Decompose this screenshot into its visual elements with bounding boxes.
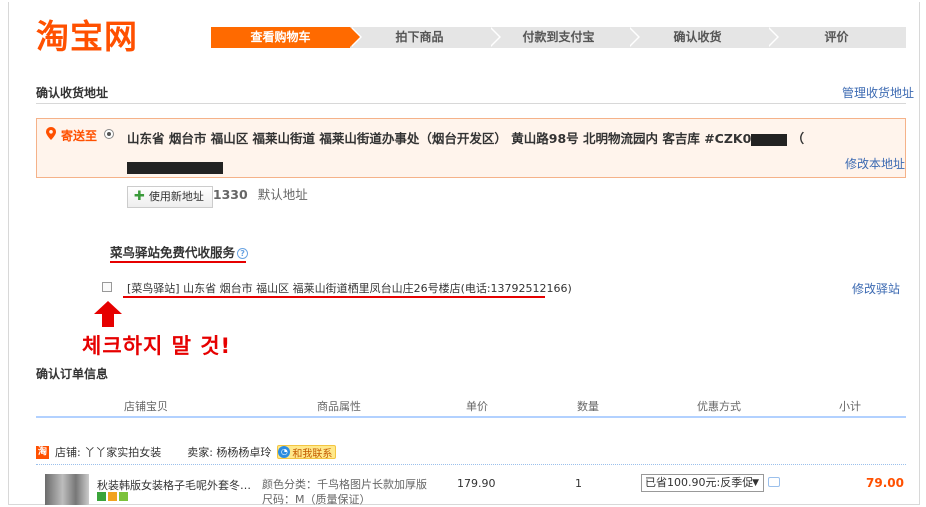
edit-station-link[interactable]: 修改驿站 — [852, 280, 900, 297]
contact-seller-button[interactable]: ◔ 和我联系 — [277, 445, 337, 460]
chat-icon: ◔ — [278, 446, 291, 458]
item-service-badges — [97, 492, 128, 501]
col-header-price: 单价 — [466, 400, 488, 413]
item-quantity: 1 — [575, 477, 582, 490]
address-text: 山东省 烟台市 福山区 福莱山街道 福莱山街道办事处（烟台开发区） 黄山路98号… — [127, 131, 805, 202]
order-section-title: 确认订单信息 — [36, 367, 109, 381]
item-subtotal: 79.00 — [866, 476, 904, 490]
redaction-block — [751, 133, 788, 146]
progress-steps: 查看购物车 拍下商品 付款到支付宝 确认收货 评价 — [211, 27, 906, 48]
redaction-block — [127, 161, 223, 174]
divider — [36, 464, 906, 465]
selected-address-card[interactable]: 寄送至 山东省 烟台市 福山区 福莱山街道 福莱山街道办事处（烟台开发区） 黄山… — [36, 118, 906, 202]
item-unit-price: 179.90 — [457, 477, 496, 490]
item-attr-size: 尺码：M（质量保证） — [262, 493, 371, 506]
address-section-title: 确认收货地址 — [36, 86, 109, 100]
shop-name-link[interactable]: 店铺: 丫丫家实拍女装 — [55, 444, 161, 460]
plus-icon: ✚ — [134, 189, 145, 204]
annotation-warning-text: 체크하지 말 것! — [82, 334, 232, 358]
order-table-header: 店铺宝贝 商品属性 单价 数量 优惠方式 小计 — [36, 396, 906, 418]
service-badge-icon — [97, 492, 106, 501]
step-pay-alipay: 付款到支付宝 — [489, 27, 640, 48]
cainiao-section-title: 菜鸟驿站免费代收服务? — [110, 242, 249, 261]
item-attr-color: 颜色分类：千鸟格图片长款加厚版 — [262, 478, 427, 491]
seller-name-link[interactable]: 卖家: 杨杨杨卓玲 — [187, 444, 271, 460]
col-header-qty: 数量 — [577, 400, 599, 413]
col-header-subtotal: 小计 — [839, 400, 861, 413]
service-badge-icon — [108, 492, 117, 501]
step-review: 评价 — [767, 27, 906, 48]
step-place-order: 拍下商品 — [350, 27, 501, 48]
location-pin-icon — [46, 127, 56, 140]
cainiao-station-checkbox[interactable] — [102, 282, 112, 292]
annotation-underline — [110, 261, 246, 263]
edit-address-link[interactable]: 修改本地址 — [845, 155, 905, 172]
col-header-promo: 优惠方式 — [697, 400, 741, 413]
step-view-cart: 查看购物车 — [211, 27, 362, 48]
use-new-address-button[interactable]: ✚ 使用新地址 — [127, 186, 213, 208]
dropdown-caret-icon: ▼ — [752, 478, 759, 488]
col-header-attr: 商品属性 — [317, 400, 361, 413]
promo-select[interactable]: 已省100.90元:反季促 ▼ — [641, 474, 764, 492]
item-attributes: 颜色分类：千鸟格图片长款加厚版 尺码：M（质量保证） — [262, 477, 427, 507]
annotation-underline — [123, 296, 545, 298]
step-confirm-receipt: 确认收货 — [628, 27, 779, 48]
service-badge-icon — [119, 492, 128, 501]
help-icon[interactable]: ? — [237, 248, 249, 259]
col-header-item: 店铺宝贝 — [124, 400, 168, 413]
item-title-link[interactable]: 秋装韩版女装格子毛呢外套冬修... — [97, 477, 257, 493]
promo-select-value: 已省100.90元:反季促 — [645, 476, 754, 489]
contact-seller-label: 和我联系 — [292, 448, 333, 460]
shop-row: 淘 店铺: 丫丫家实拍女装 卖家: 杨杨杨卓玲 ◔ 和我联系 — [36, 444, 337, 460]
address-line: 山东省 烟台市 福山区 福莱山街道 福莱山街道办事处（烟台开发区） 黄山路98号… — [127, 131, 752, 146]
taobao-logo[interactable]: 淘宝网 — [36, 10, 138, 58]
send-to-label: 寄送至 — [61, 129, 98, 143]
cainiao-station-address: [菜鸟驿站] 山东省 烟台市 福山区 福莱山街道栖里凤台山庄26号楼店(电话:1… — [127, 282, 572, 295]
item-thumbnail[interactable] — [45, 474, 89, 505]
red-arrow-up-icon — [94, 301, 122, 327]
taobao-shop-icon: 淘 — [36, 445, 49, 459]
manage-address-link[interactable]: 管理收货地址 — [842, 84, 914, 101]
use-new-address-label: 使用新地址 — [148, 190, 204, 203]
address-radio[interactable] — [104, 129, 114, 139]
divider — [36, 103, 906, 104]
cainiao-title-text: 菜鸟驿站免费代收服务 — [110, 245, 236, 260]
message-icon[interactable] — [768, 477, 780, 487]
default-address-label: 默认地址 — [257, 187, 308, 202]
